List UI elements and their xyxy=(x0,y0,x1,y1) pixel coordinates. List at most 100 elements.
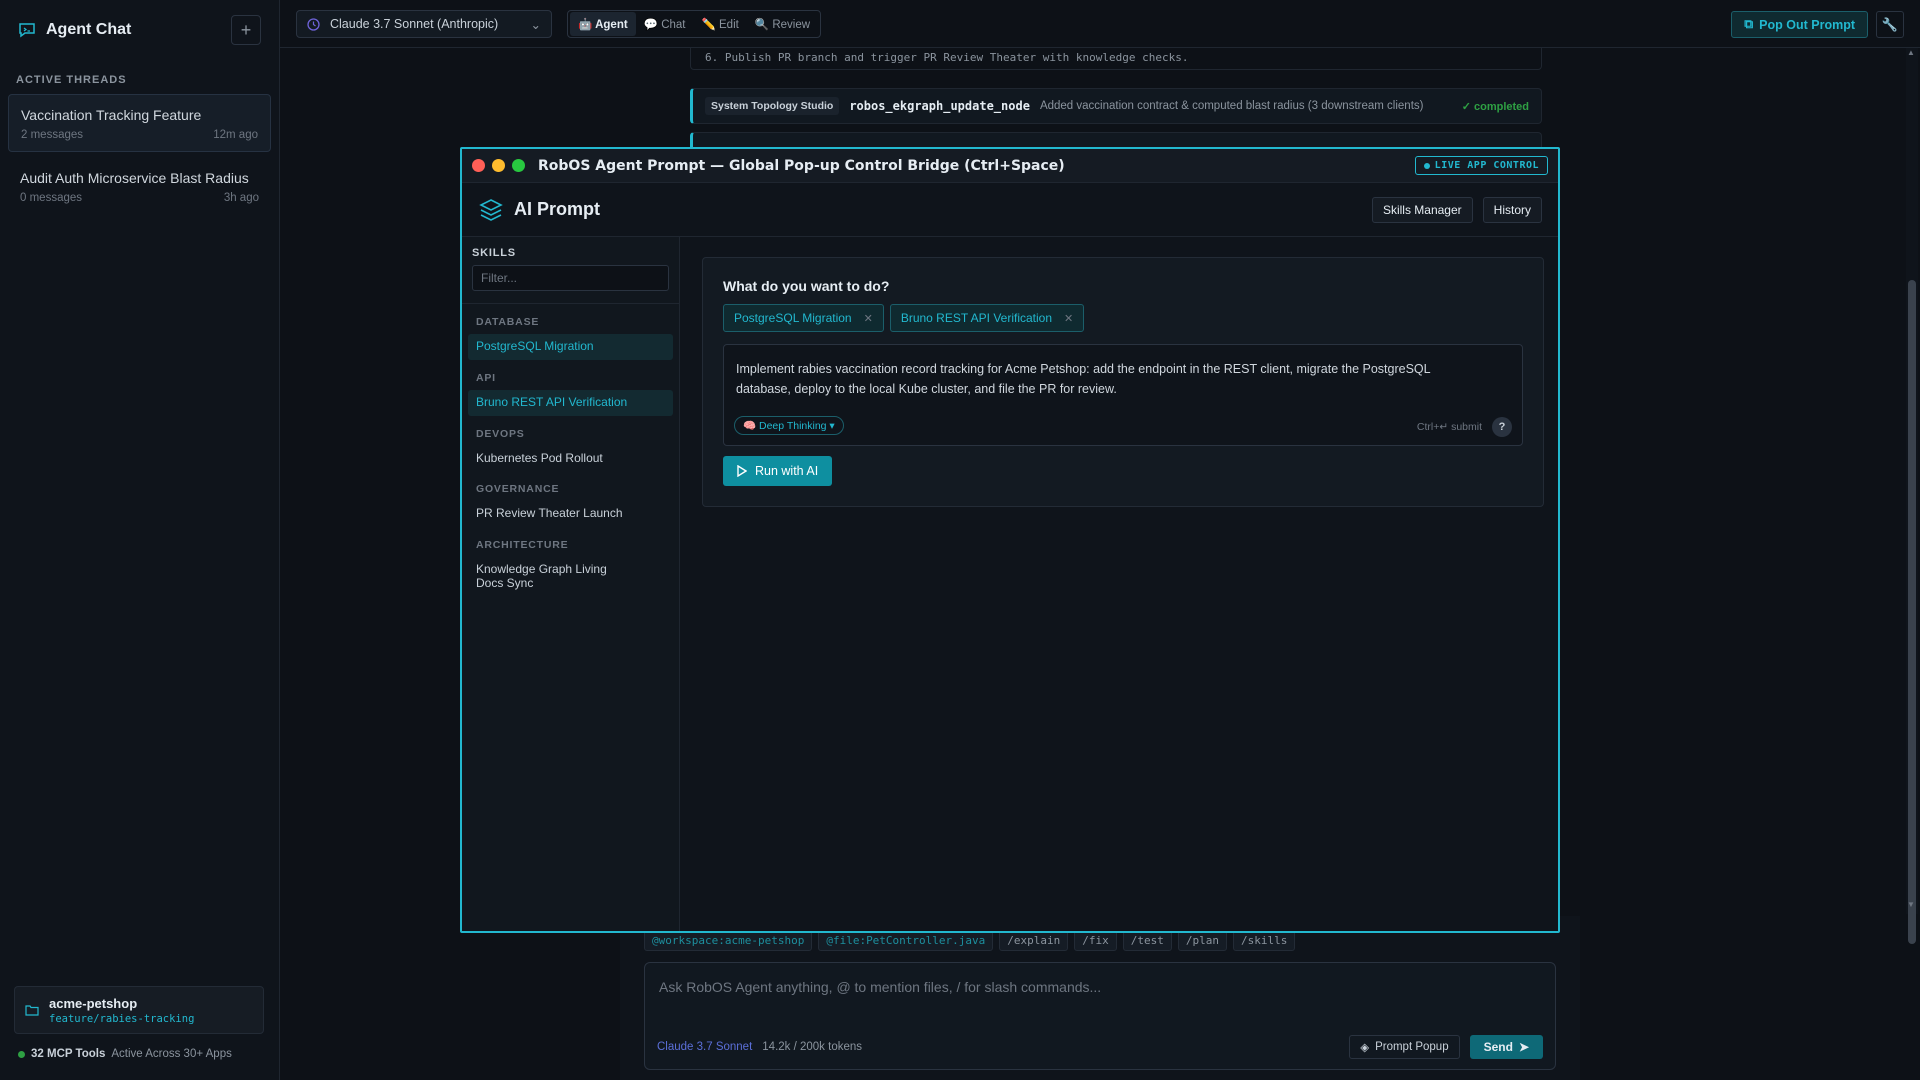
chat-input-placeholder: Ask RobOS Agent anything, @ to mention f… xyxy=(659,979,1102,995)
selected-skills: PostgreSQL Migration ✕ Bruno REST API Ver… xyxy=(723,304,1085,332)
mcp-status: 32 MCP Tools Active Across 30+ Apps xyxy=(18,1048,232,1060)
chip[interactable]: @file:PetController.java xyxy=(818,930,994,951)
chip[interactable]: @workspace:acme-petshop xyxy=(644,930,813,951)
chip[interactable]: /fix xyxy=(1074,930,1117,951)
chip[interactable]: /explain xyxy=(999,930,1069,951)
close-icon[interactable]: ✕ xyxy=(864,312,873,325)
thread-count: 2 messages xyxy=(21,129,84,141)
help-icon[interactable]: ? xyxy=(1492,417,1512,437)
tab-chat[interactable]: 💬 Chat xyxy=(636,12,694,36)
chat-input[interactable]: Ask RobOS Agent anything, @ to mention f… xyxy=(644,962,1556,1070)
skill-item-knowledge-graph[interactable]: Knowledge Graph Living Docs Sync xyxy=(468,557,618,597)
run-with-ai-button[interactable]: Run with AI xyxy=(723,456,833,486)
skills-panel: SKILLS Filter... DATABASE PostgreSQL Mig… xyxy=(462,237,680,931)
chip[interactable]: /test xyxy=(1122,930,1172,951)
submit-hint: Ctrl+↵ submit xyxy=(1416,421,1482,433)
plan-step: 6. Publish PR branch and trigger PR Revi… xyxy=(690,48,1542,70)
send-icon: ➤ xyxy=(1518,1040,1529,1054)
scroll-up-icon[interactable]: ▲ xyxy=(1907,48,1915,57)
maximize-window-icon[interactable] xyxy=(512,159,525,172)
prompt-text: Implement rabies vaccination record trac… xyxy=(736,362,1431,396)
chevron-down-icon: ⌄ xyxy=(530,17,541,32)
settings-button[interactable]: 🔧 xyxy=(1876,11,1904,38)
send-button[interactable]: Send ➤ xyxy=(1469,1035,1543,1059)
skills-filter-input[interactable]: Filter... xyxy=(472,265,669,291)
sidebar-title: Agent Chat xyxy=(46,21,132,38)
input-footer: Claude 3.7 Sonnet 14.2k / 200k tokens ◈ P… xyxy=(657,1035,1543,1059)
skill-tag[interactable]: Bruno REST API Verification ✕ xyxy=(889,304,1085,332)
pop-out-prompt-button[interactable]: ⧉ Pop Out Prompt xyxy=(1731,11,1868,38)
tool-call-row[interactable]: System Topology Studio robos_ekgraph_upd… xyxy=(690,88,1542,124)
play-icon xyxy=(737,465,747,477)
skill-category: ARCHITECTURE xyxy=(476,539,569,552)
close-window-icon[interactable] xyxy=(472,159,485,172)
wrench-icon: 🔧 xyxy=(1881,16,1899,32)
sidebar-header: Agent Chat + xyxy=(0,0,279,60)
sidebar: Agent Chat + ACTIVE THREADS Vaccination … xyxy=(0,0,280,1080)
tool-name: robos_ekgraph_update_node xyxy=(849,99,1030,113)
skill-category: GOVERNANCE xyxy=(476,483,560,496)
chip[interactable]: /plan xyxy=(1177,930,1228,951)
external-link-icon: ⧉ xyxy=(1744,17,1754,31)
tab-label: Chat xyxy=(661,19,686,31)
new-thread-button[interactable]: + xyxy=(231,15,261,45)
history-button[interactable]: History xyxy=(1482,196,1542,223)
run-label: Run with AI xyxy=(755,464,819,478)
model-selector[interactable]: Claude 3.7 Sonnet (Anthropic) ⌄ xyxy=(296,10,552,38)
context-chips: @workspace:acme-petshop @file:PetControl… xyxy=(644,930,1296,951)
tab-agent[interactable]: 🤖 Agent xyxy=(570,12,636,36)
send-label: Send xyxy=(1483,1040,1513,1054)
minimize-window-icon[interactable] xyxy=(492,159,505,172)
modal-title: RobOS Agent Prompt — Global Pop-up Contr… xyxy=(538,157,1065,174)
prompt-panel: What do you want to do? PostgreSQL Migra… xyxy=(702,257,1544,507)
live-label: LIVE APP CONTROL xyxy=(1434,160,1539,171)
scroll-thumb[interactable] xyxy=(1908,280,1916,944)
workspace-card[interactable]: acme-petshop feature/rabies-tracking xyxy=(14,986,264,1034)
tab-edit[interactable]: ✏️ Edit xyxy=(694,12,747,36)
workspace-name: acme-petshop xyxy=(49,995,138,1011)
skill-tag[interactable]: PostgreSQL Migration ✕ xyxy=(723,304,884,332)
live-dot-icon xyxy=(1423,162,1430,169)
folder-icon xyxy=(25,1005,39,1016)
plus-icon: + xyxy=(240,19,252,40)
thread-meta: 0 messages 3h ago xyxy=(20,192,259,204)
footer-model[interactable]: Claude 3.7 Sonnet xyxy=(657,1041,752,1053)
workspace-text: acme-petshop feature/rabies-tracking xyxy=(49,996,194,1025)
skills-label: SKILLS xyxy=(472,247,516,259)
tab-label: Edit xyxy=(719,19,739,31)
skill-tag-label: PostgreSQL Migration xyxy=(734,311,852,325)
modal-header-title: AI Prompt xyxy=(514,199,601,219)
modal-titlebar[interactable]: RobOS Agent Prompt — Global Pop-up Contr… xyxy=(462,149,1558,183)
thread-item[interactable]: Vaccination Tracking Feature 2 messages 1… xyxy=(8,94,271,152)
thread-count: 0 messages xyxy=(20,192,83,204)
skill-item-pr-review[interactable]: PR Review Theater Launch xyxy=(468,501,673,527)
tool-source: System Topology Studio xyxy=(705,97,840,115)
scroll-down-icon[interactable]: ▼ xyxy=(1907,900,1915,909)
skills-manager-button[interactable]: Skills Manager xyxy=(1371,196,1473,223)
layers-icon xyxy=(479,198,503,221)
prompt-textarea[interactable]: Implement rabies vaccination record trac… xyxy=(723,344,1523,446)
skill-category: DEVOPS xyxy=(476,427,525,440)
skill-tag-label: Bruno REST API Verification xyxy=(900,311,1053,325)
skill-item-postgresql-migration[interactable]: PostgreSQL Migration xyxy=(468,334,673,360)
clock-icon xyxy=(307,17,320,31)
scrollbar[interactable] xyxy=(1906,48,1918,944)
prompt-popup-button[interactable]: ◈ Prompt Popup xyxy=(1349,1035,1460,1059)
skill-item-bruno-rest-api[interactable]: Bruno REST API Verification xyxy=(468,389,673,416)
live-app-control-badge: LIVE APP CONTROL xyxy=(1414,156,1548,175)
thread-item[interactable]: Audit Auth Microservice Blast Radius 0 m… xyxy=(8,158,271,214)
composer: @workspace:acme-petshop @file:PetControl… xyxy=(620,916,1580,1080)
model-name: Claude 3.7 Sonnet (Anthropic) xyxy=(330,17,499,31)
skill-category: DATABASE xyxy=(476,316,540,328)
workspace-branch: feature/rabies-tracking xyxy=(49,1012,195,1025)
mode-tabs: 🤖 Agent 💬 Chat ✏️ Edit 🔍 Review xyxy=(567,10,822,38)
deep-thinking-toggle[interactable]: 🧠 Deep Thinking ▾ xyxy=(734,416,844,435)
layers-icon: ◈ xyxy=(1360,1042,1370,1054)
skill-item-kubernetes[interactable]: Kubernetes Pod Rollout xyxy=(468,446,673,472)
top-bar: Claude 3.7 Sonnet (Anthropic) ⌄ 🤖 Agent … xyxy=(280,0,1920,48)
chip[interactable]: /skills xyxy=(1233,930,1296,951)
close-icon[interactable]: ✕ xyxy=(1064,312,1073,325)
thread-title: Audit Auth Microservice Blast Radius xyxy=(20,170,249,186)
chat-icon xyxy=(19,23,35,38)
tab-review[interactable]: 🔍 Review xyxy=(747,12,818,36)
